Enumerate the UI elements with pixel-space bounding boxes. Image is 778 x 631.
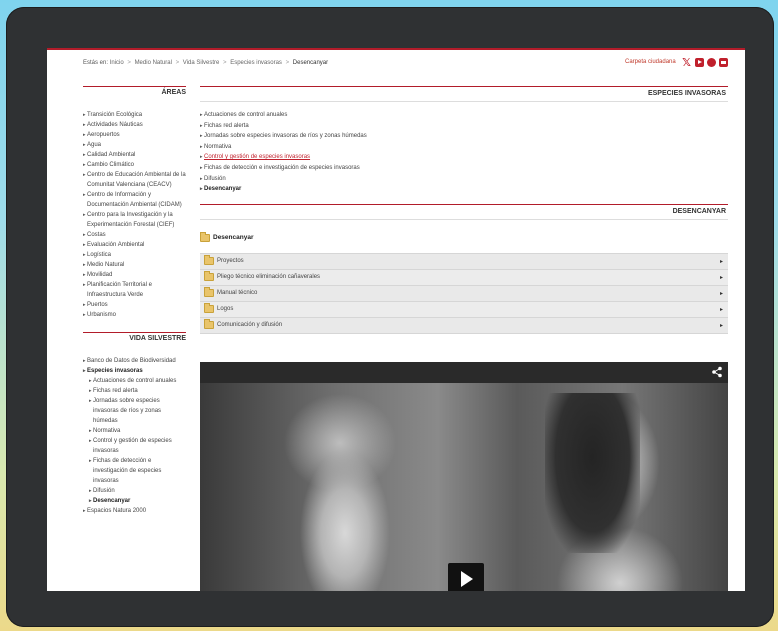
carpeta-ciudadana-link[interactable]: Carpeta ciudadana [625,59,676,65]
sidebar-item-cambio[interactable]: Cambio Climático [83,160,186,170]
main-content: ESPECIES INVASORAS Actuaciones de contro… [200,86,728,334]
accordion-label: Pliego técnico eliminación cañaverales [217,274,321,281]
sidebar-subitem-jornadas[interactable]: Jornadas sobre especies invasoras de río… [83,396,186,426]
sidebar-item-logistica[interactable]: Logística [83,250,186,260]
folder-icon [204,287,214,298]
breadcrumb-separator: > [127,60,131,66]
areas-heading: ÁREAS [83,86,186,100]
accordion-label: Logos [217,306,234,313]
sidebar-item-nauticas[interactable]: Actividades Náuticas [83,120,186,130]
accordion-item-manual[interactable]: Manual técnico ▸ [200,285,728,302]
folder-icon [204,255,214,266]
especies-links: Actuaciones de control anuales Fichas re… [200,110,728,195]
facebook-icon[interactable] [707,58,716,67]
accordion-item-comunicacion[interactable]: Comunicación y difusión ▸ [200,317,728,334]
sidebar-item-medio-natural[interactable]: Medio Natural [83,260,186,270]
x-icon[interactable]: 𝕏 [681,56,692,69]
link-fichas-red[interactable]: Fichas red alerta [200,121,728,132]
sidebar-item-agua[interactable]: Agua [83,140,186,150]
top-accent-line [47,48,745,50]
apple-logo-icon [393,606,405,620]
breadcrumb-item-current: Desencanyar [292,60,329,66]
flickr-icon[interactable] [719,58,728,67]
breadcrumb-separator: > [175,60,180,66]
folder-icon [204,271,214,282]
breadcrumb: Estás en: Inicio > Medio Natural > Vida … [83,60,328,66]
link-desencanyar[interactable]: Desencanyar [200,184,728,195]
breadcrumb-prefix: Estás en: [83,60,109,66]
sidebar-item-planificacion[interactable]: Planificación Territorial e Infraestruct… [83,280,186,300]
breadcrumb-item-especies-invasoras[interactable]: Especies invasoras [230,60,282,66]
sidebar-item-movilidad[interactable]: Movilidad [83,270,186,280]
chevron-right-icon: ▸ [719,290,723,297]
sidebar-item-puertos[interactable]: Puertos [83,300,186,310]
sidebar: ÁREAS Transición Ecológica Actividades N… [83,86,186,516]
sidebar-subitem-fichas-deteccion[interactable]: Fichas de detección e investigación de e… [83,456,186,486]
link-fichas-deteccion[interactable]: Fichas de detección e investigación de e… [200,163,728,174]
chevron-right-icon: ▸ [719,306,723,313]
sidebar-item-especies-invasoras[interactable]: Especies invasoras [83,366,186,376]
link-jornadas[interactable]: Jornadas sobre especies invasoras de río… [200,131,728,142]
accordion-item-pliego[interactable]: Pliego técnico eliminación cañaverales ▸ [200,269,728,286]
breadcrumb-item-vida-silvestre[interactable]: Vida Silvestre [183,60,220,66]
accordion-item-proyectos[interactable]: Proyectos ▸ [200,253,728,270]
sidebar-subitem-actuaciones[interactable]: Actuaciones de control anuales [83,376,186,386]
sidebar-item-ceacv[interactable]: Centro de Educación Ambiental de la Comu… [83,170,186,190]
chevron-right-icon: ▸ [719,274,723,281]
sidebar-item-banco-datos[interactable]: Banco de Datos de Biodiversidad [83,356,186,366]
link-control-gestion[interactable]: Control y gestión de especies invasoras [200,152,728,163]
folder-icon [204,303,214,314]
areas-list: Transición Ecológica Actividades Náutica… [83,110,186,320]
youtube-icon[interactable] [695,58,704,67]
sidebar-item-cidam[interactable]: Centro de Información y Documentación Am… [83,190,186,210]
folder-title-label: Desencanyar [213,234,254,242]
especies-invasoras-heading: ESPECIES INVASORAS [200,86,728,102]
sidebar-subitem-desencanyar[interactable]: Desencanyar [83,496,186,506]
vida-silvestre-list: Banco de Datos de Biodiversidad Especies… [83,356,186,516]
folder-icon [204,319,214,330]
video-player[interactable] [200,362,728,591]
video-top-bar [200,362,728,383]
accordion-label: Comunicación y difusión [217,322,283,329]
sidebar-item-calidad[interactable]: Calidad Ambiental [83,150,186,160]
video-thumbnail [200,383,728,591]
accordion-item-logos[interactable]: Logos ▸ [200,301,728,318]
desencanyar-heading: DESENCANYAR [200,203,728,220]
accordion-label: Manual técnico [217,290,258,297]
folder-icon [200,231,210,242]
breadcrumb-item-medio-natural[interactable]: Medio Natural [135,60,172,66]
link-difusion[interactable]: Difusión [200,174,728,185]
breadcrumb-separator: > [223,60,227,66]
social-links: 𝕏 [681,56,728,69]
link-actuaciones[interactable]: Actuaciones de control anuales [200,110,728,121]
sidebar-item-cief[interactable]: Centro para la Investigación y la Experi… [83,210,186,230]
document-accordion: Proyectos ▸ Pliego técnico eliminación c… [200,252,728,334]
breadcrumb-item-inicio[interactable]: Inicio [110,60,124,66]
tablet-frame: Estás en: Inicio > Medio Natural > Vida … [6,7,774,627]
sidebar-subitem-difusion[interactable]: Difusión [83,486,186,496]
share-icon[interactable] [711,366,723,378]
sidebar-subitem-normativa[interactable]: Normativa [83,426,186,436]
browser-screen: Estás en: Inicio > Medio Natural > Vida … [47,48,745,591]
sidebar-item-transicion[interactable]: Transición Ecológica [83,110,186,120]
chevron-right-icon: ▸ [719,322,723,329]
sidebar-subitem-control[interactable]: Control y gestión de especies invasoras [83,436,186,456]
vida-silvestre-heading: VIDA SILVESTRE [83,332,186,346]
video-thumbnail-detail [545,393,640,553]
sidebar-item-aeropuertos[interactable]: Aeropuertos [83,130,186,140]
link-normativa[interactable]: Normativa [200,142,728,153]
breadcrumb-separator: > [285,60,290,66]
folder-title: Desencanyar [200,231,728,242]
sidebar-subitem-fichas-red[interactable]: Fichas red alerta [83,386,186,396]
sidebar-item-evaluacion[interactable]: Evaluación Ambiental [83,240,186,250]
accordion-label: Proyectos [217,258,244,265]
chevron-right-icon: ▸ [719,258,723,265]
play-icon[interactable] [448,563,484,591]
sidebar-item-natura-2000[interactable]: Espacios Natura 2000 [83,506,186,516]
sidebar-item-urbanismo[interactable]: Urbanismo [83,310,186,320]
sidebar-item-costas[interactable]: Costas [83,230,186,240]
